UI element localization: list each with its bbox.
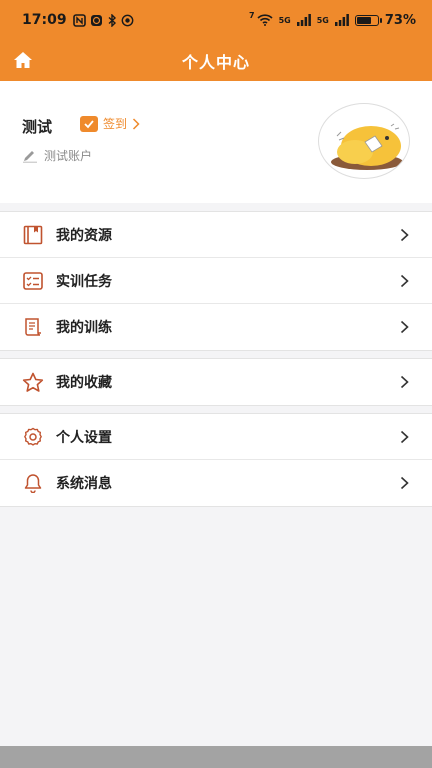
menu-label: 个人设置 <box>56 429 112 446</box>
book-icon <box>22 224 44 246</box>
menu-group-2: 我的收藏 <box>0 358 432 406</box>
page-title: 个人中心 <box>181 52 250 72</box>
menu-label: 我的资源 <box>56 227 112 244</box>
home-button[interactable] <box>12 49 34 71</box>
menu-label: 系统消息 <box>56 476 112 492</box>
task-list-icon <box>22 270 44 292</box>
signal1-label: 5G <box>278 15 291 25</box>
menu-label: 我的训练 <box>56 320 112 336</box>
location-icon <box>121 14 133 26</box>
battery-percent: 73% <box>384 12 416 28</box>
alarm-icon <box>90 14 102 26</box>
menu-item-my-resources[interactable]: 我的资源 <box>0 212 432 258</box>
bluetooth-icon <box>108 13 116 27</box>
chevron-right-icon <box>398 374 410 390</box>
status-bar: 17:09 7 5G 5G 73% <box>0 0 432 40</box>
star-icon <box>22 371 44 393</box>
menu-item-my-favorites[interactable]: 我的收藏 <box>0 359 432 405</box>
chevron-right-icon <box>398 475 410 491</box>
gear-icon <box>22 426 44 448</box>
menu-label: 实训任务 <box>56 273 112 290</box>
pencil-icon <box>23 150 37 163</box>
account-label: 测试账户 <box>44 149 93 163</box>
signin-label: 签到 <box>103 117 128 131</box>
system-gesture-bar <box>0 746 432 768</box>
chevron-right-icon <box>398 319 410 335</box>
home-icon <box>14 52 32 68</box>
signal-icon <box>334 14 349 26</box>
signal2-label: 5G <box>316 15 329 25</box>
battery-icon <box>354 14 382 26</box>
chevron-right-icon <box>398 273 410 289</box>
nav-bar: 个人中心 <box>0 40 432 81</box>
signin-button[interactable]: 签到 <box>80 115 140 132</box>
chevron-right-icon <box>398 227 410 243</box>
scroll-icon <box>22 316 44 338</box>
status-right: 7 5G 5G 73% <box>249 10 416 28</box>
menu-item-my-training[interactable]: 我的训练 <box>0 304 432 350</box>
menu-item-system-messages[interactable]: 系统消息 <box>0 460 432 506</box>
status-time: 17:09 <box>22 12 67 28</box>
status-icons <box>72 13 134 27</box>
chevron-right-icon <box>132 117 140 130</box>
calendar-check-icon <box>80 115 98 132</box>
menu-group-1: 我的资源 实训任务 我的训练 <box>0 211 432 351</box>
wifi-label: 7 <box>249 10 255 20</box>
menu-group-3: 个人设置 系统消息 <box>0 413 432 507</box>
chevron-right-icon <box>398 429 410 445</box>
profile-card: 测试 签到 测试账户 <box>0 81 432 203</box>
menu-item-training-tasks[interactable]: 实训任务 <box>0 258 432 304</box>
menu-item-personal-settings[interactable]: 个人设置 <box>0 414 432 460</box>
status-left: 17:09 <box>22 12 134 28</box>
user-name: 测试 <box>22 118 53 136</box>
nfc-icon <box>72 13 86 27</box>
account-row[interactable]: 测试账户 <box>22 147 92 164</box>
wifi-icon <box>257 14 273 26</box>
battery-fill <box>356 16 372 24</box>
bell-icon <box>22 472 44 494</box>
signal-icon <box>296 14 311 26</box>
avatar[interactable] <box>318 103 410 179</box>
menu-label: 我的收藏 <box>56 375 112 391</box>
